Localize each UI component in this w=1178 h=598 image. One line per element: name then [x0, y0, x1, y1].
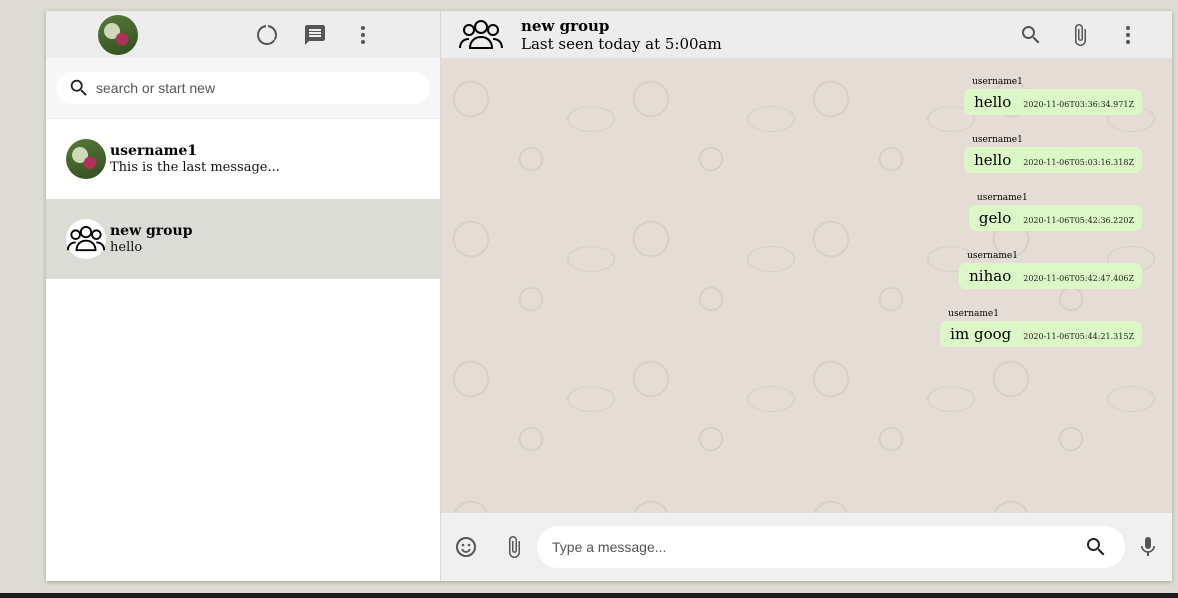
message-bubble[interactable]: im goog 2020-11-06T05:44:21.315Z — [940, 321, 1142, 347]
message-timestamp: 2020-11-06T05:42:36.220Z — [1023, 215, 1134, 225]
message-bubble[interactable]: nihao 2020-11-06T05:42:47.406Z — [959, 263, 1142, 289]
chat-last-message: This is the last message... — [110, 160, 280, 175]
search-bar — [46, 58, 440, 119]
group-icon[interactable] — [459, 17, 503, 53]
search-icon[interactable] — [1019, 23, 1043, 47]
message-sender: username1 — [967, 251, 1018, 261]
message-text: hello — [974, 93, 1012, 111]
chat-list-item-active[interactable]: new group hello — [46, 199, 440, 279]
menu-icon[interactable] — [1116, 23, 1140, 47]
message-timestamp: 2020-11-06T05:44:21.315Z — [1023, 331, 1134, 341]
search-input[interactable] — [94, 79, 418, 97]
menu-icon[interactable] — [351, 23, 375, 47]
chat-app-window: username1 This is the last message... ne… — [46, 11, 1172, 581]
search-box[interactable] — [56, 72, 430, 104]
conversation-header: new group Last seen today at 5:00am — [441, 11, 1172, 59]
group-avatar — [66, 219, 106, 259]
composer-bar — [441, 513, 1172, 581]
message-sender: username1 — [972, 135, 1023, 145]
search-icon[interactable] — [1084, 535, 1108, 559]
attach-icon[interactable] — [1068, 23, 1092, 47]
chat-icon[interactable] — [303, 23, 327, 47]
message-timestamp: 2020-11-06T05:42:47.406Z — [1023, 273, 1134, 283]
message-bubble[interactable]: hello 2020-11-06T05:03:16.318Z — [964, 147, 1142, 173]
status-icon[interactable] — [255, 23, 279, 47]
conversation-title: new group — [521, 17, 610, 35]
message-input-box[interactable] — [537, 526, 1125, 568]
message-text: hello — [974, 151, 1012, 169]
sidebar: username1 This is the last message... ne… — [46, 11, 441, 581]
chat-name: new group — [110, 223, 193, 239]
message-text: im goog — [950, 325, 1012, 343]
message: username1 nihao 2020-11-06T05:42:47.406Z — [959, 251, 1142, 289]
mic-icon[interactable] — [1136, 535, 1160, 559]
search-icon — [70, 79, 87, 96]
message: username1 hello 2020-11-06T03:36:34.971Z — [964, 77, 1142, 115]
conversation-panel: new group Last seen today at 5:00am user… — [441, 11, 1172, 581]
sidebar-header — [46, 11, 440, 58]
profile-avatar[interactable] — [98, 15, 138, 55]
group-icon — [67, 225, 105, 252]
message-bubble[interactable]: hello 2020-11-06T03:36:34.971Z — [964, 89, 1142, 115]
chat-last-message: hello — [110, 240, 143, 255]
message: username1 im goog 2020-11-06T05:44:21.31… — [940, 309, 1142, 347]
message-text: nihao — [969, 267, 1012, 285]
message-sender: username1 — [972, 77, 1023, 87]
message-bubble[interactable]: gelo 2020-11-06T05:42:36.220Z — [968, 205, 1142, 231]
chat-avatar — [66, 139, 106, 179]
chat-list-item[interactable]: username1 This is the last message... — [46, 119, 440, 199]
message-input[interactable] — [550, 538, 1074, 556]
message-timestamp: 2020-11-06T05:03:16.318Z — [1023, 157, 1134, 167]
message-list[interactable]: username1 hello 2020-11-06T03:36:34.971Z… — [441, 59, 1172, 513]
page-bottom-strip — [0, 593, 1178, 598]
message-text: gelo — [978, 209, 1012, 227]
chat-name: username1 — [110, 143, 198, 159]
message-sender: username1 — [976, 193, 1028, 203]
message-sender: username1 — [948, 309, 999, 319]
emoji-icon[interactable] — [454, 535, 478, 559]
conversation-status: Last seen today at 5:00am — [521, 35, 722, 53]
message: username1 hello 2020-11-06T05:03:16.318Z — [964, 135, 1142, 173]
message-timestamp: 2020-11-06T03:36:34.971Z — [1023, 99, 1134, 109]
attach-icon[interactable] — [502, 535, 526, 559]
message: username1 gelo 2020-11-06T05:42:36.220Z — [968, 193, 1142, 231]
